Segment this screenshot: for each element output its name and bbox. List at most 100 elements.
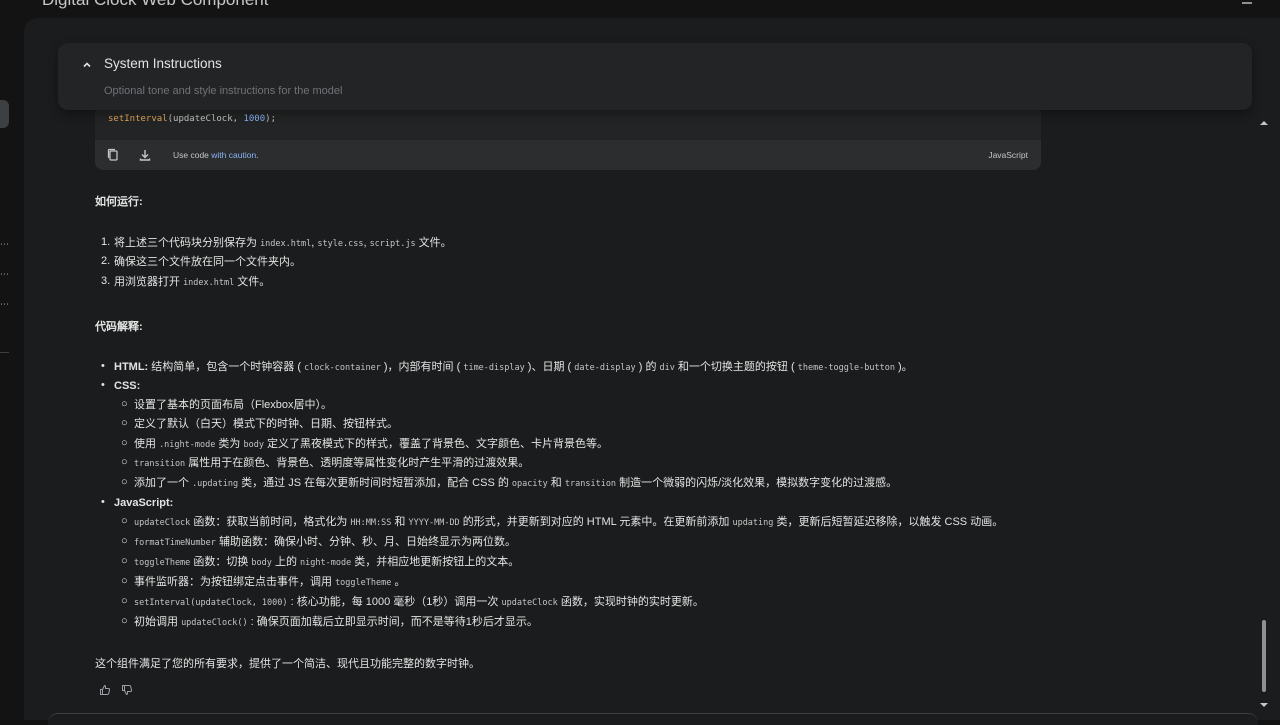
top-bar: Digital Clock Web Component xyxy=(0,0,1280,18)
list-number: 3. xyxy=(101,275,111,287)
inline-code: time-display xyxy=(463,363,525,373)
text-span: 和 xyxy=(547,477,565,489)
sub-bullet-icon: ○ xyxy=(121,476,128,488)
sub-list-item: 使用 .night-mode 类为 body 定义了黑夜模式下的样式，覆盖了背景… xyxy=(134,437,608,452)
text-span: ) 的 xyxy=(635,361,660,373)
thumbs-down-icon[interactable] xyxy=(121,684,133,696)
system-instructions-card[interactable]: System Instructions Optional tone and st… xyxy=(58,43,1252,110)
text-span: 定义了默认（白天）模式下的时钟、日期、按钮样式。 xyxy=(134,418,398,430)
text-span: 上的 xyxy=(271,556,301,568)
code-block: setInterval(updateClock, 1000); Use code… xyxy=(95,110,1041,170)
copy-icon[interactable] xyxy=(105,147,121,163)
inline-code: .updating xyxy=(192,479,239,489)
sub-bullet-icon: ○ xyxy=(121,615,128,627)
sub-bullet-icon: ○ xyxy=(121,398,128,410)
text-span: 将上述三个代码块分别保存为 xyxy=(114,237,261,249)
text-span: 定义了黑夜模式下的样式，覆盖了背景色、文字颜色、卡片背景色等。 xyxy=(263,438,609,450)
text-span: )，内部有时间 ( xyxy=(380,361,464,373)
sub-bullet-icon: ○ xyxy=(121,575,128,587)
sub-list-item: formatTimeNumber 辅助函数：确保小时、分钟、秒、月、日始终显示为… xyxy=(134,535,516,550)
inline-code: index.html xyxy=(183,278,235,288)
system-instructions-title: System Instructions xyxy=(104,56,222,71)
inline-code: theme-toggle-button xyxy=(797,363,895,373)
list-item: 用浏览器打开 index.html 文件。 xyxy=(114,275,270,290)
scroll-up-icon[interactable] xyxy=(1259,114,1269,125)
conversation-title[interactable]: Digital Clock Web Component xyxy=(42,0,268,10)
prompt-input-area[interactable] xyxy=(48,713,1258,725)
inline-code: style.css xyxy=(317,239,364,249)
inline-code: transition xyxy=(564,479,617,489)
thumbs-up-icon[interactable] xyxy=(99,684,111,696)
inline-code: updating xyxy=(732,518,774,528)
sub-list-item: toggleTheme 函数：切换 body 上的 night-mode 类，并… xyxy=(134,555,519,570)
code-number: 1000 xyxy=(243,114,266,124)
inline-code: setInterval(updateClock, 1000) xyxy=(134,598,288,608)
sub-list-item: updateClock 函数：获取当前时间，格式化为 HH:MM:SS 和 YY… xyxy=(134,515,1003,530)
rail-active-item[interactable] xyxy=(0,100,9,128)
inline-code: updateClock xyxy=(501,598,558,608)
text-span: 函数：切换 xyxy=(190,556,252,568)
code-close: ); xyxy=(265,114,276,124)
inline-code: script.js xyxy=(369,239,416,249)
inline-code: transition xyxy=(134,459,186,469)
text-span: 文件。 xyxy=(234,276,271,288)
sub-bullet-icon: ○ xyxy=(121,456,128,468)
chevron-up-icon[interactable] xyxy=(82,60,92,70)
bullet-icon: • xyxy=(101,360,105,372)
sub-bullet-icon: ○ xyxy=(121,595,128,607)
text-span: 设置了基本的页面布局（Flexbox居中）。 xyxy=(134,399,333,411)
summary-text: 这个组件满足了您的所有要求，提供了一个简洁、现代且功能完整的数字时钟。 xyxy=(95,658,480,670)
text-span: 制造一个微弱的闪烁/淡化效果，模拟数字变化的过渡感。 xyxy=(616,477,898,489)
more-icon[interactable]: ⋯ xyxy=(0,300,9,309)
code-footer: Use code with caution. JavaScript xyxy=(95,140,1041,170)
caution-link[interactable]: with caution xyxy=(211,150,256,160)
inline-code: date-display xyxy=(574,363,636,373)
item-label: HTML: xyxy=(114,361,149,373)
text-span: 函数：获取当前时间，格式化为 xyxy=(190,516,351,528)
sub-list-item: 添加了一个 .updating 类，通过 JS 在每次更新时间时短暂添加，配合 … xyxy=(134,476,897,491)
text-span: 结构简单，包含一个时钟容器 ( xyxy=(148,361,305,373)
inline-code: updateClock() xyxy=(181,618,248,628)
inline-code: .night-mode xyxy=(159,440,216,450)
list-item: 确保这三个文件放在同一个文件夹内。 xyxy=(114,255,301,269)
scrollbar-thumb[interactable] xyxy=(1262,620,1266,692)
text-span: )、日期 ( xyxy=(524,361,575,373)
text-span: 类，并相应地更新按钮上的文本。 xyxy=(351,556,520,568)
sub-bullet-icon: ○ xyxy=(121,535,128,547)
inline-code: clock-container xyxy=(304,363,381,373)
code-line: setInterval(updateClock, 1000); xyxy=(108,114,276,124)
sub-list-item: 定义了默认（白天）模式下的时钟、日期、按钮样式。 xyxy=(134,417,398,431)
text-span: 文件。 xyxy=(415,237,452,249)
inline-code: updateClock xyxy=(134,518,191,528)
text-span: 和 xyxy=(391,516,409,528)
text-span: 属性用于在颜色、背景色、透明度等属性变化时产生平滑的过渡效果。 xyxy=(185,457,530,469)
sub-bullet-icon: ○ xyxy=(121,417,128,429)
inline-code: YYYY-MM-DD xyxy=(408,518,460,528)
text-span: 函数，实现时钟的实时更新。 xyxy=(557,596,704,608)
code-language: JavaScript xyxy=(988,150,1028,160)
scroll-down-icon[interactable] xyxy=(1259,696,1269,707)
text-span: 初始调用 xyxy=(134,616,182,628)
inline-code: night-mode xyxy=(300,558,352,568)
text-span: 类，更新后短暂延迟移除，以触发 CSS 动画。 xyxy=(773,516,1004,528)
text-span: 使用 xyxy=(134,438,160,450)
more-icon[interactable]: ⋯ xyxy=(0,240,9,249)
inline-code: index.html xyxy=(260,239,312,249)
inline-code: toggleTheme xyxy=(134,558,191,568)
text-span: 事件监听器：为按钮绑定点击事件，调用 xyxy=(134,576,336,588)
more-icon[interactable]: ⋯ xyxy=(0,270,9,279)
inline-code: body xyxy=(251,558,272,568)
code-explain-heading: 代码解释: xyxy=(95,321,143,333)
sub-list-item: setInterval(updateClock, 1000) : 核心功能，每 … xyxy=(134,595,704,610)
text-span: 用浏览器打开 xyxy=(114,276,184,288)
rail-divider xyxy=(0,352,9,353)
code-args: (updateClock, xyxy=(167,114,244,124)
system-instructions-input[interactable]: Optional tone and style instructions for… xyxy=(104,85,342,97)
download-icon[interactable] xyxy=(137,147,153,163)
menu-icon[interactable] xyxy=(1242,0,1252,4)
code-function: setInterval xyxy=(108,114,168,124)
inline-code: opacity xyxy=(511,479,548,489)
sub-list-item: 设置了基本的页面布局（Flexbox居中）。 xyxy=(134,398,332,412)
text-span: : 确保页面加载后立即显示时间，而不是等待1秒后才显示。 xyxy=(247,616,538,628)
sub-bullet-icon: ○ xyxy=(121,437,128,449)
